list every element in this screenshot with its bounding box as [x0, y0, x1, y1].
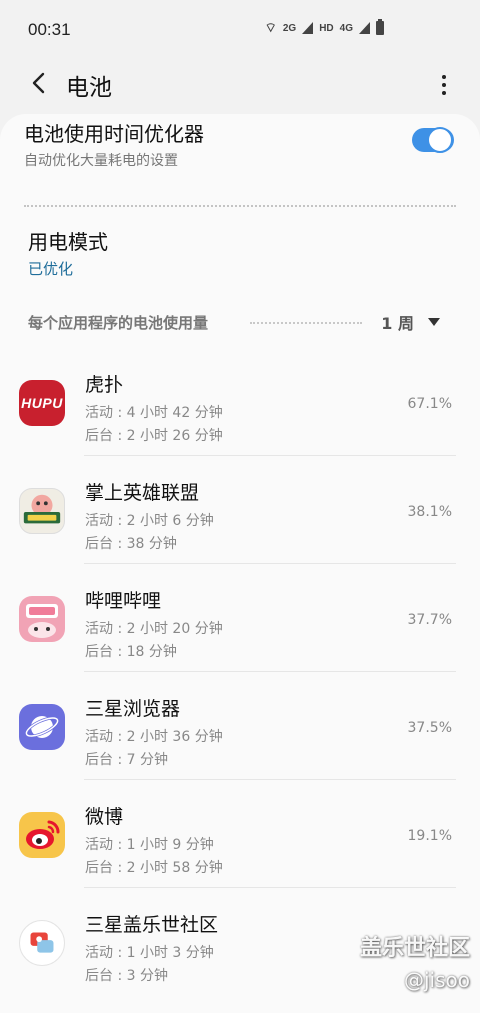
network-hd-label: HD	[319, 22, 334, 34]
network-4g-label: 4G	[339, 22, 353, 34]
app-name: 微博	[85, 806, 124, 828]
bilibili-icon	[19, 596, 65, 642]
wifi-icon: ⌔	[264, 20, 277, 35]
dropdown-caret-icon	[428, 318, 440, 326]
app-active-time: 活动 : 1 小时 3 分钟	[85, 945, 214, 961]
more-options-button[interactable]	[432, 68, 456, 102]
usage-section-title: 每个应用程序的电池使用量	[28, 314, 209, 332]
app-name: 三星浏览器	[85, 698, 181, 720]
app-percent: 67.1%	[407, 396, 452, 412]
usage-section-header: 每个应用程序的电池使用量 1 周	[28, 312, 440, 334]
back-button[interactable]	[22, 66, 56, 100]
app-name: 掌上英雄联盟	[85, 482, 200, 504]
app-name: 虎扑	[85, 374, 124, 396]
signal-icon-2	[359, 22, 370, 34]
app-active-time: 活动 : 4 小时 42 分钟	[85, 405, 223, 421]
app-background-time: 后台 : 3 分钟	[85, 968, 168, 984]
optimizer-title: 电池使用时间优化器	[24, 122, 204, 146]
network-2g-label: 2G	[282, 22, 297, 34]
power-mode-title: 用电模式	[28, 230, 108, 254]
more-dot-icon	[442, 91, 446, 95]
settings-card: 电池使用时间优化器 自动优化大量耗电的设置 用电模式 已优化 每个应用程序的电池…	[0, 114, 480, 1013]
app-row-lol[interactable]: 掌上英雄联盟 活动 : 2 小时 6 分钟 后台 : 38 分钟 38.1%	[0, 456, 480, 564]
battery-icon	[376, 19, 384, 35]
lol-logo-icon	[23, 494, 61, 524]
back-arrow-icon	[32, 72, 45, 94]
app-background-time: 后台 : 38 分钟	[85, 536, 177, 552]
optimizer-row[interactable]: 电池使用时间优化器 自动优化大量耗电的设置	[24, 116, 456, 176]
watermark-title: 盖乐世社区	[359, 936, 470, 961]
app-header: 电池	[0, 62, 480, 108]
hupu-icon: HUPU	[19, 380, 65, 426]
app-percent: 38.1%	[407, 504, 452, 520]
app-active-time: 活动 : 1 小时 9 分钟	[85, 837, 214, 853]
weibo-icon	[19, 812, 65, 858]
app-name: 哔哩哔哩	[85, 590, 162, 612]
weibo-logo-icon	[26, 820, 60, 849]
watermark: 盖乐世社区 @jisoo	[360, 930, 470, 992]
hupu-logo-text: HUPU	[21, 395, 63, 411]
watermark-handle: @jisoo	[403, 968, 470, 992]
toggle-knob	[427, 127, 453, 153]
divider	[24, 205, 456, 207]
app-percent: 37.7%	[407, 612, 452, 628]
chat-bubble-icon	[30, 932, 54, 953]
lol-icon	[19, 488, 65, 534]
app-percent: 19.1%	[407, 828, 452, 844]
section-divider	[250, 322, 362, 324]
app-percent: 37.5%	[407, 720, 452, 736]
period-label: 1 周	[381, 314, 414, 333]
app-row-bilibili[interactable]: 哔哩哔哩 活动 : 2 小时 20 分钟 后台 : 18 分钟 37.7%	[0, 564, 480, 672]
status-time: 00:31	[28, 20, 71, 39]
optimizer-subtitle: 自动优化大量耗电的设置	[24, 153, 178, 169]
app-name: 三星盖乐世社区	[85, 914, 219, 936]
app-background-time: 后台 : 18 分钟	[85, 644, 177, 660]
app-active-time: 活动 : 2 小时 20 分钟	[85, 621, 223, 637]
app-usage-list: HUPU 虎扑 活动 : 4 小时 42 分钟 后台 : 2 小时 26 分钟 …	[0, 348, 480, 996]
app-active-time: 活动 : 2 小时 36 分钟	[85, 729, 223, 745]
browser-icon	[19, 704, 65, 750]
more-dot-icon	[442, 75, 446, 79]
app-row-weibo[interactable]: 微博 活动 : 1 小时 9 分钟 后台 : 2 小时 58 分钟 19.1%	[0, 780, 480, 888]
period-dropdown[interactable]: 1 周	[381, 310, 440, 334]
planet-icon	[24, 716, 60, 738]
app-background-time: 后台 : 2 小时 26 分钟	[85, 428, 223, 444]
app-background-time: 后台 : 7 分钟	[85, 752, 168, 768]
signal-icon	[302, 22, 314, 34]
page-title: 电池	[66, 75, 112, 101]
app-row-samsung-browser[interactable]: 三星浏览器 活动 : 2 小时 36 分钟 后台 : 7 分钟 37.5%	[0, 672, 480, 780]
app-active-time: 活动 : 2 小时 6 分钟	[85, 513, 214, 529]
more-dot-icon	[442, 83, 446, 87]
optimizer-toggle[interactable]	[412, 127, 454, 153]
samsung-members-icon	[19, 920, 65, 966]
power-mode-row[interactable]: 用电模式 已优化	[28, 224, 448, 284]
app-background-time: 后台 : 2 小时 58 分钟	[85, 860, 223, 876]
bilibili-logo-icon	[26, 604, 58, 638]
app-row-hupu[interactable]: HUPU 虎扑 活动 : 4 小时 42 分钟 后台 : 2 小时 26 分钟 …	[0, 348, 480, 456]
status-bar: 00:31 ⌔ 2G HD 4G	[0, 0, 480, 62]
power-mode-value: 已优化	[28, 260, 74, 278]
status-icons: ⌔ 2G HD 4G	[264, 19, 384, 36]
